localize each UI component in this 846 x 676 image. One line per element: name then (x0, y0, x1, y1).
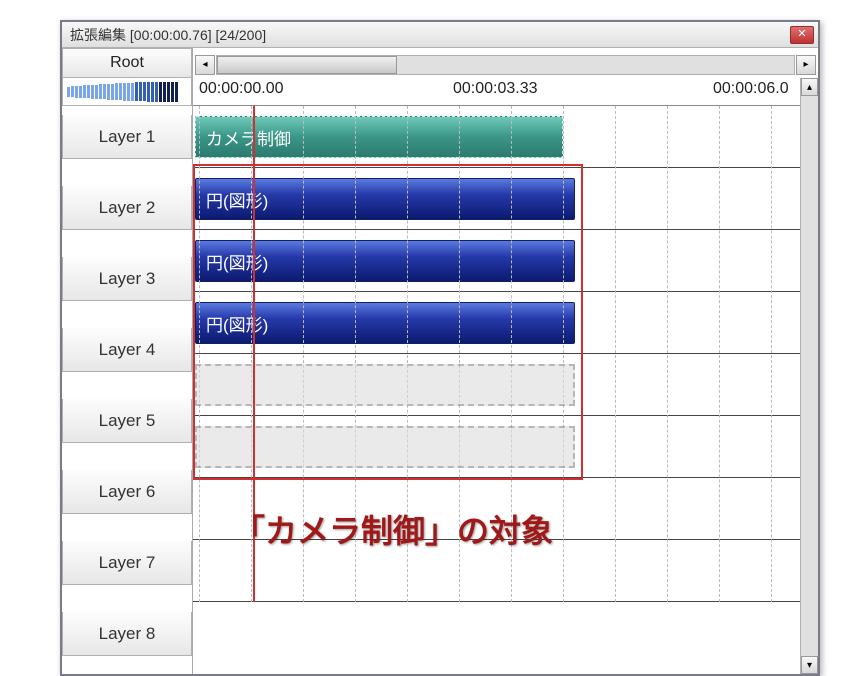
track-row[interactable]: カメラ制御 (193, 106, 818, 168)
vertical-scrollbar[interactable]: ▴ ▾ (800, 78, 818, 674)
track-area[interactable]: カメラ制御 円(図形) 円(図形) 円(図形) (193, 106, 818, 602)
timeline-window: 拡張編集 [00:00:00.76] [24/200] ✕ Root (60, 20, 820, 676)
selection-ghost (195, 426, 575, 468)
scroll-left-icon[interactable]: ◂ (195, 55, 215, 75)
zoom-indicator[interactable] (62, 78, 192, 106)
scroll-right-icon[interactable]: ▸ (796, 55, 816, 75)
scroll-down-icon[interactable]: ▾ (801, 656, 818, 674)
scroll-thumb[interactable] (217, 56, 397, 74)
clip-circle-shape[interactable]: 円(図形) (195, 240, 575, 282)
timestamp-0: 00:00:00.00 (199, 80, 284, 98)
layer-label-1[interactable]: Layer 1 (62, 115, 192, 159)
window-title: 拡張編集 [00:00:00.76] [24/200] (70, 25, 790, 45)
layer-label-8[interactable]: Layer 8 (62, 612, 192, 656)
clip-circle-shape[interactable]: 円(図形) (195, 302, 575, 344)
titlebar[interactable]: 拡張編集 [00:00:00.76] [24/200] ✕ (62, 22, 818, 48)
layer-label-2[interactable]: Layer 2 (62, 186, 192, 230)
selection-ghost (195, 364, 575, 406)
track-row[interactable] (193, 354, 818, 416)
scroll-up-icon[interactable]: ▴ (801, 78, 818, 96)
client-area: Root Layer 1 Layer 2 Layer 3 Layer (62, 48, 818, 674)
layer-label-6[interactable]: Layer 6 (62, 470, 192, 514)
layer-label-3[interactable]: Layer 3 (62, 257, 192, 301)
close-icon[interactable]: ✕ (790, 26, 814, 44)
timestamp-1: 00:00:03.33 (453, 80, 538, 98)
clip-circle-shape[interactable]: 円(図形) (195, 178, 575, 220)
track-row[interactable]: 円(図形) (193, 168, 818, 230)
timestamp-2: 00:00:06.0 (713, 80, 789, 98)
layer-label-7[interactable]: Layer 7 (62, 541, 192, 585)
track-row[interactable]: 円(図形) (193, 292, 818, 354)
vscroll-track[interactable] (801, 96, 818, 656)
left-column: Root Layer 1 Layer 2 Layer 3 Layer (62, 48, 192, 674)
layer-label-4[interactable]: Layer 4 (62, 328, 192, 372)
track-row[interactable] (193, 416, 818, 478)
track-row[interactable]: 円(図形) (193, 230, 818, 292)
horizontal-scrollbar[interactable]: ◂ ▸ (193, 48, 818, 78)
root-button[interactable]: Root (62, 48, 192, 78)
track-row[interactable] (193, 540, 818, 602)
layer-label-5[interactable]: Layer 5 (62, 399, 192, 443)
scroll-track[interactable] (216, 55, 795, 75)
time-ruler-labels: 00:00:00.00 00:00:03.33 00:00:06.0 (193, 78, 818, 106)
timeline-area: ◂ ▸ 00:00:00.00 00:00:03.33 00:00:06.0 カ… (192, 48, 818, 674)
track-row[interactable] (193, 478, 818, 540)
